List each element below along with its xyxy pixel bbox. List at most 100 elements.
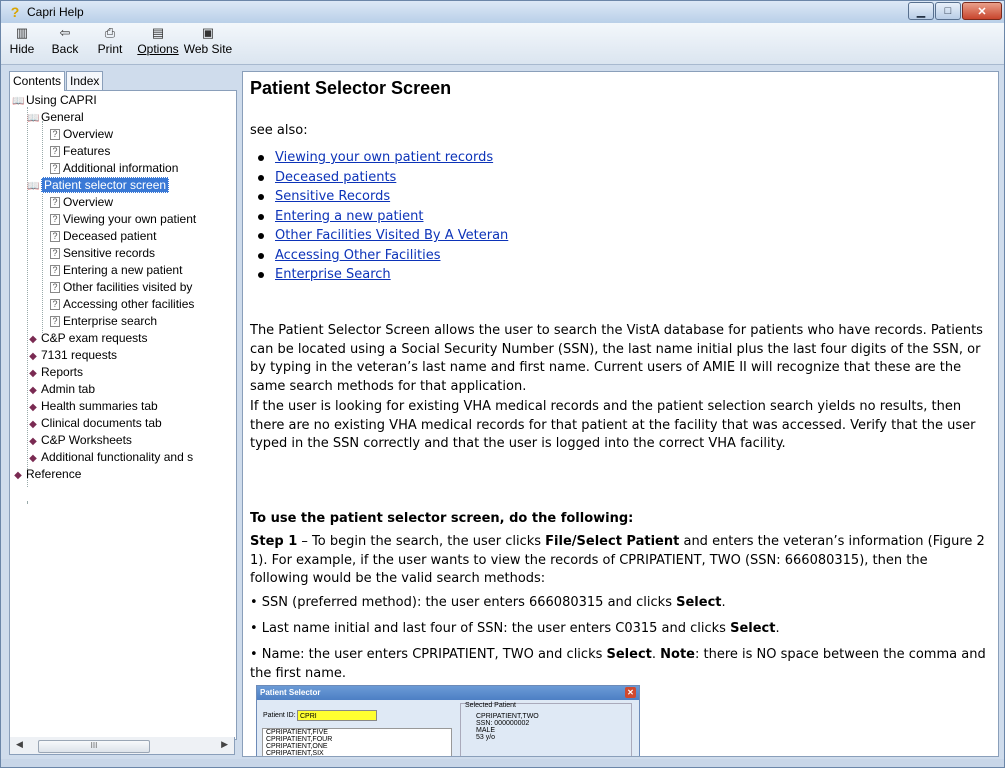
link-entering-new-patient[interactable]: Entering a new patient (257, 207, 508, 227)
patient-id-label: Patient ID: (263, 712, 296, 719)
patient-id-field: CPRI (297, 710, 377, 721)
see-also-links: Viewing your own patient records Decease… (257, 148, 508, 285)
help-page-icon: ? (50, 316, 60, 328)
help-page-icon: ? (50, 248, 60, 260)
link-enterprise-search[interactable]: Enterprise Search (257, 265, 508, 285)
close-button[interactable]: ✕ (962, 2, 1002, 20)
see-also-label: see also: (250, 123, 308, 138)
minimize-button[interactable]: ▁ (908, 2, 934, 20)
tree-item-additional-functionality[interactable]: ◆ Additional functionality and s (27, 450, 193, 466)
help-page-icon: ? (50, 146, 60, 158)
window-title: Capri Help (27, 5, 84, 19)
tree-item-features[interactable]: ? Features (50, 144, 110, 159)
tree-item-clinical-documents-tab[interactable]: ◆ Clinical documents tab (27, 416, 162, 432)
back-arrow-icon: ⇦ (59, 25, 71, 40)
patient-selector-screenshot: Patient Selector ✕ Patient ID: CPRI CPRIP… (256, 685, 640, 756)
hide-button[interactable]: ▥ Hide (7, 25, 37, 56)
tree-item-admin-tab[interactable]: ◆ Admin tab (27, 382, 95, 398)
help-page-icon: ? (50, 282, 60, 294)
tree-item-deceased-patient[interactable]: ? Deceased patient (50, 229, 156, 244)
step1-paragraph: Step 1 – To begin the search, the user c… (250, 534, 985, 586)
link-other-facilities-visited[interactable]: Other Facilities Visited By A Veteran (257, 226, 508, 246)
maximize-button[interactable]: □ (935, 2, 961, 20)
help-window: ? Capri Help ▁ □ ✕ ▥ Hide ⇦ Back ⎙ Print… (0, 0, 1005, 768)
tree-item-viewing-own-patient[interactable]: ? Viewing your own patient (50, 212, 196, 227)
tab-index[interactable]: Index (66, 71, 104, 90)
method-ssn: • SSN (preferred method): the user enter… (250, 595, 726, 610)
toolbar: ▥ Hide ⇦ Back ⎙ Print ▤ Options ▣ Web Si… (1, 23, 1004, 65)
help-page-icon: ? (50, 299, 60, 311)
printer-icon: ⎙ (104, 25, 116, 40)
help-page-icon: ? (50, 163, 60, 175)
options-icon: ▤ (151, 25, 165, 40)
scroll-left-icon[interactable]: ◀ (16, 739, 23, 750)
help-content-pane: Patient Selector Screen see also: Viewin… (242, 71, 999, 757)
print-button[interactable]: ⎙ Print (93, 25, 127, 56)
tree-item-cp-exam-requests[interactable]: ◆ C&P exam requests (27, 331, 147, 347)
closed-book-icon: ◆ (29, 402, 37, 413)
tree-item-using-capri[interactable]: 📖 Using CAPRI (12, 93, 97, 109)
nav-tabs: Contents Index (9, 71, 104, 91)
tree-item-entering-new-patient[interactable]: ? Entering a new patient (50, 263, 182, 278)
tree-item-overview[interactable]: ? Overview (50, 127, 113, 142)
method-name: • Name: the user enters CPRIPATIENT, TWO… (250, 647, 986, 681)
tree-item-overview[interactable]: ? Overview (50, 195, 113, 210)
tree-item-7131-requests[interactable]: ◆ 7131 requests (27, 348, 117, 364)
web-site-button[interactable]: ▣ Web Site (181, 25, 235, 56)
intro-paragraph: The Patient Selector Screen allows the u… (250, 323, 983, 394)
tree-item-reports[interactable]: ◆ Reports (27, 365, 83, 381)
tree-item-additional-information[interactable]: ? Additional information (50, 161, 178, 176)
help-page-icon: ? (50, 129, 60, 141)
closed-book-icon: ◆ (29, 368, 37, 379)
patient-list: CPRIPATIENT,FIVE CPRIPATIENT,FOUR CPRIPA… (262, 728, 452, 756)
link-viewing-own-patient-records[interactable]: Viewing your own patient records (257, 148, 508, 168)
closed-book-icon: ◆ (29, 453, 37, 464)
closed-book-icon: ◆ (29, 334, 37, 345)
help-app-icon: ? (10, 4, 20, 20)
title-bar[interactable]: ? Capri Help ▁ □ ✕ (1, 1, 1004, 23)
open-book-icon: 📖 (27, 181, 40, 192)
link-sensitive-records[interactable]: Sensitive Records (257, 187, 508, 207)
no-results-paragraph: If the user is looking for existing VHA … (250, 399, 976, 451)
help-page-icon: ? (50, 197, 60, 209)
window-controls: ▁ □ ✕ (907, 2, 1002, 21)
tree-item-general[interactable]: 📖 General (27, 110, 84, 126)
closed-book-icon: ◆ (29, 436, 37, 447)
tree-item-cp-worksheets[interactable]: ◆ C&P Worksheets (27, 433, 132, 449)
tree-item-accessing-other-facilities[interactable]: ? Accessing other facilities (50, 297, 194, 312)
help-page-icon: ? (50, 265, 60, 277)
help-page-icon: ? (50, 214, 60, 226)
scroll-right-icon[interactable]: ▶ (221, 739, 228, 750)
closed-book-icon: ◆ (14, 470, 22, 481)
open-book-icon: 📖 (27, 113, 40, 124)
horizontal-scrollbar[interactable]: ◀ III ▶ (9, 737, 235, 755)
tree-item-sensitive-records[interactable]: ? Sensitive records (50, 246, 155, 261)
closed-book-icon: ◆ (29, 385, 37, 396)
navigation-pane: Contents Index 📖 Using CAPRI 📖 General ? Ov… (9, 71, 237, 755)
instructions-heading: To use the patient selector screen, do t… (250, 511, 634, 526)
figure-title-bar: Patient Selector ✕ (257, 686, 639, 700)
closed-book-icon: ◆ (29, 419, 37, 430)
tab-contents[interactable]: Contents (9, 71, 66, 91)
page-title: Patient Selector Screen (250, 78, 452, 98)
tree-item-other-facilities[interactable]: ? Other facilities visited by (50, 280, 192, 295)
tree-item-enterprise-search[interactable]: ? Enterprise search (50, 314, 157, 329)
tree-item-reference[interactable]: ◆ Reference (12, 467, 81, 483)
status-bar (1, 759, 1004, 767)
method-initial-last-four: • Last name initial and last four of SSN… (250, 621, 780, 636)
selected-patient-group: Selected Patient CPRIPATIENT,TWO SSN: 00… (460, 702, 632, 756)
options-button[interactable]: ▤ Options (135, 25, 181, 56)
contents-tree[interactable]: 📖 Using CAPRI 📖 General ? Overview ? Feature… (9, 90, 237, 740)
open-book-icon: 📖 (12, 96, 25, 107)
tree-item-health-summaries-tab[interactable]: ◆ Health summaries tab (27, 399, 158, 415)
scrollbar-thumb[interactable]: III (38, 740, 150, 753)
closed-book-icon: ◆ (29, 351, 37, 362)
tree-item-patient-selector-screen[interactable]: 📖 Patient selector screen (27, 177, 170, 194)
back-button[interactable]: ⇦ Back (49, 25, 81, 56)
hide-icon: ▥ (15, 25, 29, 40)
link-deceased-patients[interactable]: Deceased patients (257, 168, 508, 188)
help-page-icon: ? (50, 231, 60, 243)
link-accessing-other-facilities[interactable]: Accessing Other Facilities (257, 246, 508, 266)
close-icon: ✕ (625, 687, 636, 698)
web-site-icon: ▣ (201, 25, 215, 40)
